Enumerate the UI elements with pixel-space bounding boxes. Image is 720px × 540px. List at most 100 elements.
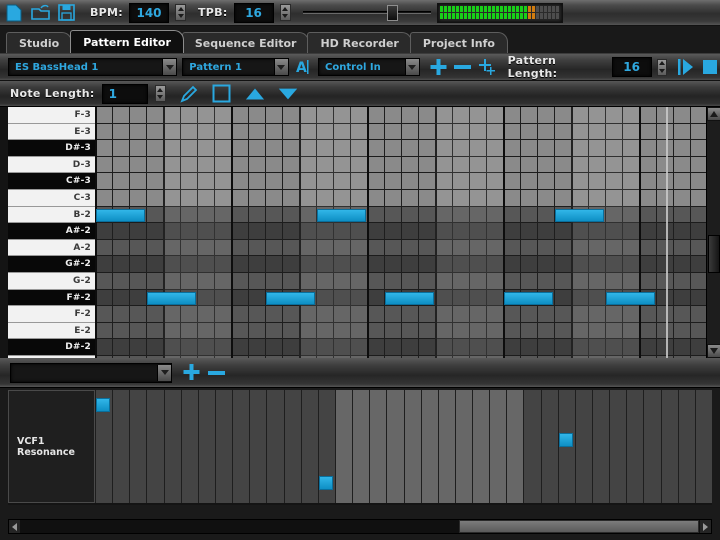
piano-key-label: F#-2 [67,293,92,303]
automation-point[interactable] [559,433,573,447]
grid-line [503,107,505,358]
note-toolbar: Note Length: 1 [0,81,720,107]
bpm-stepper[interactable] [175,4,186,21]
piano-key-Ds-3[interactable]: D#-3 [8,140,95,157]
vertical-scroll-thumb[interactable] [708,235,720,273]
chevron-down-icon[interactable] [405,59,419,75]
instrument-selector[interactable]: ES BassHead 1 [8,58,177,76]
automation-grid-line [575,390,576,503]
grid-line [350,107,351,358]
arrow-right-icon[interactable] [700,520,711,533]
piano-key-label: C#-3 [66,176,91,186]
automation-grid-line [352,390,353,503]
pattern-length-stepper[interactable] [657,59,668,76]
note-grid[interactable] [95,107,706,358]
grid-line [129,107,130,358]
bpm-value[interactable]: 140 [129,3,169,23]
piano-key-label: G-2 [73,276,91,286]
piano-key-E-3[interactable]: E-3 [8,124,95,141]
grid-line [316,107,317,358]
automation-parameter-selector[interactable] [10,363,172,383]
horizontal-scrollbar[interactable] [8,519,712,534]
piano-key-Fs-2[interactable]: F#-2 [8,290,95,307]
pencil-icon[interactable] [179,84,199,104]
triangle-down-icon[interactable] [278,84,298,104]
remove-track-button[interactable] [453,61,472,73]
grid-line [656,107,657,358]
tab-label: Pattern Editor [83,36,171,49]
note-block[interactable] [317,209,366,222]
grid-line [384,107,385,358]
master-volume-slider[interactable] [303,3,431,23]
stop-icon[interactable] [701,57,720,77]
open-folder-icon[interactable] [30,3,50,23]
add-automation-button[interactable] [182,363,201,382]
automation-grid[interactable] [95,390,712,503]
piano-key-label: A#-2 [66,226,91,236]
piano-key-D-3[interactable]: D-3 [8,157,95,174]
tab-studio[interactable]: Studio [6,32,72,53]
note-block[interactable] [385,292,434,305]
grid-line [537,107,538,358]
piano-key-A-2[interactable]: A-2 [8,240,95,257]
note-block[interactable] [555,209,604,222]
chevron-down-icon[interactable] [162,59,176,75]
pattern-length-value[interactable]: 16 [612,57,652,77]
vertical-scrollbar[interactable] [706,107,720,358]
grid-line [146,107,147,358]
tpb-stepper[interactable] [280,4,291,21]
pattern-selector[interactable]: Pattern 1 [182,58,288,76]
grid-line [282,107,283,358]
piano-key-label: D-3 [73,160,91,170]
piano-key-As-2[interactable]: A#-2 [8,223,95,240]
grid-line [231,107,233,358]
note-length-stepper[interactable] [155,85,166,102]
tab-pattern-editor[interactable]: Pattern Editor [70,30,184,53]
add-track-button[interactable] [429,58,448,77]
control-input-selector[interactable]: Control In [318,58,420,76]
scroll-up-arrow[interactable] [707,107,720,121]
piano-key-C-3[interactable]: C-3 [8,190,95,207]
piano-keyboard[interactable]: F-3 E-3 D#-3 D-3 C#-3 C-3B-2 A#-2 A-2G#-2 G-2 F#-… [8,107,95,358]
piano-key-F-2[interactable]: F-2 [8,306,95,323]
note-block[interactable] [147,292,196,305]
piano-key-F-3[interactable]: F-3 [8,107,95,124]
horizontal-scroll-thumb[interactable] [459,520,699,533]
play-icon[interactable] [676,57,695,77]
piano-key-G-2[interactable]: G-2 [8,273,95,290]
tpb-value[interactable]: 16 [234,3,274,23]
piano-key-Cs-3[interactable]: C#-3 [8,173,95,190]
note-block[interactable] [606,292,655,305]
scroll-down-arrow[interactable] [707,344,720,358]
note-length-value[interactable]: 1 [102,84,148,104]
tab-label: Sequence Editor [195,37,297,50]
chevron-down-icon[interactable] [157,365,171,381]
triangle-up-icon[interactable] [245,84,265,104]
tab-project-info[interactable]: Project Info [410,32,508,53]
piano-key-label: E-3 [74,127,91,137]
grid-line [690,107,691,358]
piano-key-Gs-2[interactable]: G#-2 [8,256,95,273]
save-disk-icon[interactable] [56,3,76,23]
clone-add-icon[interactable] [477,57,497,77]
chevron-down-icon[interactable] [274,59,288,75]
tab-hd-recorder[interactable]: HD Recorder [307,32,411,53]
automation-point[interactable] [96,398,110,412]
piano-key-B-2[interactable]: B-2 [8,207,95,224]
automation-grid-line [421,390,422,503]
automation-point[interactable] [319,476,333,490]
remove-automation-button[interactable] [207,367,226,379]
piano-key-Ds-2[interactable]: D#-2 [8,339,95,356]
note-block[interactable] [504,292,553,305]
automation-grid-line [661,390,662,503]
volume-thumb[interactable] [387,5,398,21]
note-block[interactable] [266,292,315,305]
arrow-left-icon[interactable] [9,520,20,533]
note-block[interactable] [96,209,145,222]
piano-key-E-2[interactable]: E-2 [8,323,95,340]
new-file-icon[interactable] [4,3,24,23]
text-rename-icon[interactable]: A [294,57,313,77]
automation-grid-line [215,390,216,503]
tab-sequence-editor[interactable]: Sequence Editor [182,32,310,53]
select-square-icon[interactable] [212,84,232,104]
